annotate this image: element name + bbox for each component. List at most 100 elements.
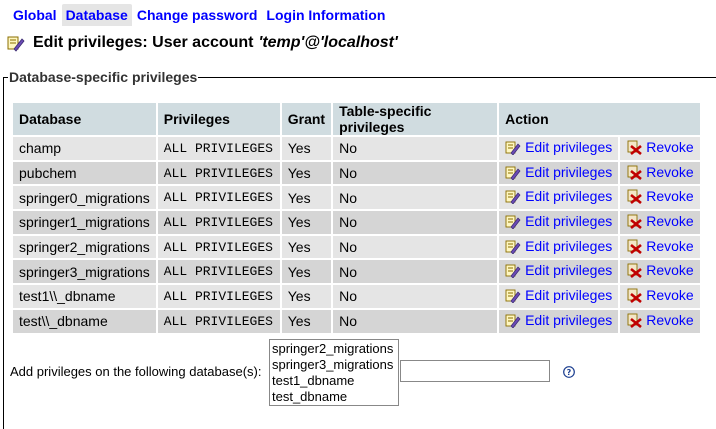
revoke-icon <box>627 313 643 328</box>
database-option[interactable]: springer3_migrations <box>272 357 398 373</box>
cell-grant: Yes <box>281 161 332 185</box>
revoke-label: Revoke <box>646 286 694 303</box>
edit-privileges-label: Edit privileges <box>525 138 613 155</box>
cell-edit-action: Edit privileges <box>499 285 619 308</box>
column-action: Action <box>499 103 700 135</box>
revoke-icon <box>627 214 643 229</box>
cell-grant: Yes <box>281 309 332 333</box>
edit-privileges-link[interactable]: Edit privileges <box>505 262 613 279</box>
table-row: pubchem ALL PRIVILEGES Yes No Edit privilege… <box>13 161 700 185</box>
cell-edit-action: Edit privileges <box>499 137 619 160</box>
revoke-link[interactable]: Revoke <box>626 311 694 328</box>
revoke-link[interactable]: Revoke <box>626 237 694 254</box>
edit-privileges-link[interactable]: Edit privileges <box>505 238 612 254</box>
page-title: Edit privileges: User account 'temp'@'lo… <box>7 34 398 52</box>
edit-privileges-link[interactable]: Edit privileges <box>505 188 612 205</box>
table-row: springer3_migrations ALL PRIVILEGES Yes No E… <box>13 260 700 284</box>
cell-edit-action: Edit privileges <box>499 186 619 210</box>
cell-privileges: ALL PRIVILEGES <box>157 235 280 259</box>
revoke-icon <box>627 263 643 279</box>
revoke-label: Revoke <box>646 138 694 155</box>
table-row: springer2_migrations ALL PRIVILEGES Yes No E… <box>13 235 700 259</box>
revoke-link[interactable]: Revoke <box>626 164 694 180</box>
cell-revoke-action: Revoke <box>620 285 700 308</box>
database-option[interactable]: springer2_migrations <box>272 341 398 357</box>
edit-privileges-label: Edit privileges <box>525 262 613 279</box>
cell-revoke-action: Revoke <box>620 186 700 210</box>
cell-revoke-action: Revoke <box>620 260 700 284</box>
cell-revoke-action: Revoke <box>620 161 700 185</box>
database-option[interactable]: test_dbname <box>272 389 398 405</box>
revoke-icon <box>627 140 643 155</box>
revoke-link[interactable]: Revoke <box>626 286 694 303</box>
page-title-prefix: Edit privileges: User account <box>33 34 254 51</box>
column-table-specific: Table-specific privileges <box>333 103 498 135</box>
revoke-icon <box>627 288 643 303</box>
revoke-link[interactable]: Revoke <box>626 262 694 279</box>
revoke-icon <box>627 165 643 180</box>
edit-privileges-label: Edit privileges <box>525 212 613 229</box>
cell-database: springer2_migrations <box>13 235 156 259</box>
tab-login-information[interactable]: Login Information <box>262 4 389 26</box>
revoke-link[interactable]: Revoke <box>626 188 694 205</box>
revoke-link[interactable]: Revoke <box>626 138 694 155</box>
tab-global[interactable]: Global <box>9 4 61 26</box>
cell-grant: Yes <box>281 137 332 160</box>
cell-revoke-action: Revoke <box>620 211 700 234</box>
database-select-list[interactable]: springer2_migrations springer3_migration… <box>269 339 399 406</box>
revoke-link[interactable]: Revoke <box>626 212 694 229</box>
edit-privileges-link[interactable]: Edit privileges <box>505 139 612 155</box>
help-icon[interactable]: ? <box>563 366 575 378</box>
cell-table-specific: No <box>333 211 498 234</box>
edit-privileges-link[interactable]: Edit privileges <box>505 287 612 303</box>
cell-table-specific: No <box>333 235 498 259</box>
cell-database: springer1_migrations <box>13 211 156 234</box>
table-header-row: Database Privileges Grant Table-specific… <box>13 103 700 135</box>
table-row: test1\\_dbname ALL PRIVILEGES Yes No Edit pr… <box>13 285 700 308</box>
edit-privileges-link[interactable]: Edit privileges <box>505 312 612 328</box>
cell-database: springer0_migrations <box>13 186 156 210</box>
page-title-account: 'temp'@'localhost' <box>258 34 398 51</box>
cell-edit-action: Edit privileges <box>499 211 619 234</box>
revoke-label: Revoke <box>646 237 694 254</box>
cell-grant: Yes <box>281 260 332 284</box>
edit-privileges-icon <box>505 166 521 180</box>
cell-table-specific: No <box>333 309 498 333</box>
cell-privileges: ALL PRIVILEGES <box>157 161 280 185</box>
tab-database[interactable]: Database <box>61 4 132 26</box>
cell-database: test\\_dbname <box>13 309 156 333</box>
edit-privileges-icon <box>505 190 521 205</box>
cell-privileges: ALL PRIVILEGES <box>157 186 280 210</box>
edit-privileges-icon <box>505 215 521 229</box>
table-row: springer1_migrations ALL PRIVILEGES Yes No E… <box>13 211 700 234</box>
cell-database: springer3_migrations <box>13 260 156 284</box>
edit-privileges-link[interactable]: Edit privileges <box>505 164 612 180</box>
tab-change-password[interactable]: Change password <box>133 4 262 26</box>
top-tabs: Global Database Change password Login In… <box>9 2 390 28</box>
edit-privileges-link[interactable]: Edit privileges <box>505 213 612 229</box>
edit-privileges-icon <box>505 141 521 155</box>
edit-privileges-label: Edit privileges <box>525 237 613 254</box>
edit-privileges-icon <box>7 36 25 52</box>
cell-database: champ <box>13 137 156 160</box>
database-name-input[interactable] <box>400 360 550 382</box>
revoke-label: Revoke <box>646 212 694 229</box>
add-privileges-label: Add privileges on the following database… <box>10 364 262 379</box>
cell-privileges: ALL PRIVILEGES <box>157 285 280 308</box>
cell-table-specific: No <box>333 137 498 160</box>
cell-edit-action: Edit privileges <box>499 309 619 333</box>
cell-revoke-action: Revoke <box>620 137 700 160</box>
cell-grant: Yes <box>281 186 332 210</box>
revoke-label: Revoke <box>646 311 694 328</box>
fieldset-legend: Database-specific privileges <box>9 69 198 85</box>
cell-privileges: ALL PRIVILEGES <box>157 211 280 234</box>
edit-privileges-icon <box>505 314 521 328</box>
edit-privileges-label: Edit privileges <box>525 286 613 303</box>
cell-privileges: ALL PRIVILEGES <box>157 137 280 160</box>
cell-revoke-action: Revoke <box>620 235 700 259</box>
cell-table-specific: No <box>333 260 498 284</box>
column-privileges: Privileges <box>157 103 280 135</box>
revoke-icon <box>627 189 643 205</box>
database-option[interactable]: test1_dbname <box>272 373 398 389</box>
edit-privileges-icon <box>505 289 521 303</box>
